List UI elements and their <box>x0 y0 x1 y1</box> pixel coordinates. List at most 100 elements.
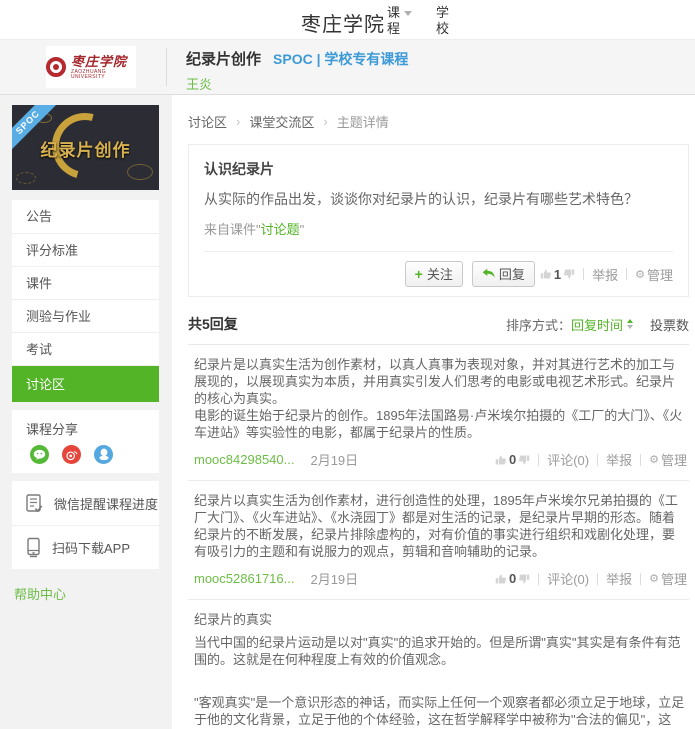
topic-source-link[interactable]: 讨论题 <box>261 222 300 237</box>
sort-by-votes[interactable]: 投票数 <box>650 315 689 334</box>
topic-source: 来自课件"讨论题" <box>204 219 673 238</box>
course-header-bar: 枣庄学院 ZAOZHUANG UNIVERSITY 纪录片创作 SPOC | 学… <box>0 40 695 95</box>
plus-icon: + <box>415 267 423 281</box>
sidebar-item-quizzes[interactable]: 测验与作业 <box>12 299 159 332</box>
top-nav: 枣庄学院 课程 学校 <box>0 0 695 40</box>
comments-link[interactable]: 评论(0) <box>547 450 589 469</box>
reply-upvote-count: 0 <box>509 452 516 467</box>
site-brand[interactable]: 枣庄学院 <box>301 8 385 37</box>
reply-date: 2月19日 <box>310 569 358 588</box>
thumb-up-icon[interactable] <box>495 573 507 585</box>
sidebar-item-exams[interactable]: 考试 <box>12 332 159 365</box>
follow-button[interactable]: + 关注 <box>405 261 463 287</box>
reply-meta: mooc52861716... 2月19日 0 评论(0) 举报 ⚙管理 <box>194 569 687 588</box>
tool-label: 扫码下载APP <box>52 538 130 557</box>
course-type-badge[interactable]: SPOC | 学校专有课程 <box>273 49 408 69</box>
divider <box>626 268 627 280</box>
report-link[interactable]: 举报 <box>606 569 632 588</box>
nav-item-courses[interactable]: 课程 <box>387 5 404 37</box>
reply-button[interactable]: 回复 <box>472 261 535 287</box>
sort-by-reply-time[interactable]: 回复时间 <box>571 315 623 334</box>
thumb-down-icon[interactable] <box>563 268 575 280</box>
reply-item: 纪录片以真实生活为创作素材，进行创造性的处理，1895年卢米埃尔兄弟拍摄的《工厂… <box>188 481 689 600</box>
sidebar: 纪录片创作 SPOC 公告 评分标准 课件 测验与作业 考试 讨论区 课程分享 <box>0 95 172 729</box>
topic-title: 认识纪录片 <box>204 159 673 179</box>
breadcrumb-separator: › <box>323 114 327 129</box>
breadcrumb-topic-detail: 主题详情 <box>337 112 389 131</box>
sidebar-item-announcements[interactable]: 公告 <box>12 200 159 233</box>
nav-item-school[interactable]: 学校 <box>436 5 453 37</box>
breadcrumb: 讨论区 › 课堂交流区 › 主题详情 <box>188 112 691 131</box>
reply-paragraph: 当代中国的纪录片运动是以对"真实"的追求开始的。但是所谓"真实"其实是有条件有范… <box>194 634 687 668</box>
comments-link[interactable]: 评论(0) <box>547 569 589 588</box>
reply-upvote-count: 0 <box>509 571 516 586</box>
topic-votes: 1 <box>540 267 575 282</box>
reply-meta: mooc84298540... 2月19日 0 评论(0) 举报 ⚙管理 <box>194 450 687 469</box>
reply-item: 纪录片是以真实生活为创作素材，以真人真事为表现对象，并对其进行艺术的加工与展现的… <box>188 345 689 481</box>
thumb-down-icon[interactable] <box>518 454 530 466</box>
qq-icon[interactable] <box>94 445 113 464</box>
manage-link[interactable]: ⚙管理 <box>649 450 687 469</box>
help-center-link[interactable]: 帮助中心 <box>14 584 172 603</box>
gear-icon: ⚙ <box>649 572 659 585</box>
reply-paragraph: 纪录片是以真实生活为创作素材，以真人真事为表现对象，并对其进行艺术的加工与展现的… <box>194 356 687 407</box>
course-info: 纪录片创作 SPOC | 学校专有课程 王炎 <box>186 48 408 93</box>
wechat-progress-reminder[interactable]: 微信提醒课程进度 <box>12 481 159 525</box>
course-share-box: 课程分享 <box>12 410 159 473</box>
sidebar-item-grading[interactable]: 评分标准 <box>12 233 159 266</box>
course-thumbnail-title: 纪录片创作 <box>12 136 159 161</box>
breadcrumb-class-area[interactable]: 课堂交流区 <box>249 112 314 131</box>
sort-label: 排序方式： <box>506 315 571 334</box>
thumb-down-icon[interactable] <box>518 573 530 585</box>
gear-icon: ⚙ <box>635 268 645 281</box>
scan-download-app[interactable]: 扫码下载APP <box>12 525 159 569</box>
reply-arrow-icon <box>482 268 495 279</box>
sidebar-item-forum[interactable]: 讨论区 <box>12 365 159 402</box>
chevron-down-icon <box>404 11 412 16</box>
thumb-up-icon[interactable] <box>540 268 552 280</box>
cloud-decoration <box>16 172 36 184</box>
replies-count: 共5回复 <box>188 314 238 334</box>
university-logo-name-en: ZAOZHUANG UNIVERSITY <box>71 70 136 80</box>
tool-label: 微信提醒课程进度 <box>54 494 158 513</box>
reply-date: 2月19日 <box>310 450 358 469</box>
manage-link[interactable]: ⚙管理 <box>635 265 673 284</box>
sidebar-item-courseware[interactable]: 课件 <box>12 266 159 299</box>
topic-actions: + 关注 回复 1 举报 ⚙管理 <box>204 251 673 287</box>
university-logo-name: 枣庄学院 <box>71 55 136 68</box>
phone-icon <box>25 537 42 558</box>
cloud-decoration <box>127 164 153 180</box>
manage-link[interactable]: ⚙管理 <box>649 569 687 588</box>
sidebar-menu: 公告 评分标准 课件 测验与作业 考试 讨论区 <box>12 200 159 402</box>
course-title: 纪录片创作 <box>186 48 261 69</box>
topic-source-suffix: " <box>300 222 305 237</box>
topic-source-prefix: 来自课件" <box>204 222 261 237</box>
header-divider <box>166 48 167 86</box>
main-content: 讨论区 › 课堂交流区 › 主题详情 认识纪录片 从实际的作品出发，谈谈你对纪录… <box>172 95 695 729</box>
breadcrumb-forum[interactable]: 讨论区 <box>188 112 227 131</box>
reply-paragraph: 纪录片以真实生活为创作素材，进行创造性的处理，1895年卢米埃尔兄弟拍摄的《工厂… <box>194 492 687 560</box>
course-teacher[interactable]: 王炎 <box>186 74 408 93</box>
reply-votes: 0 <box>495 452 530 467</box>
reply-username[interactable]: mooc52861716... <box>194 571 294 586</box>
thumb-up-icon[interactable] <box>495 454 507 466</box>
report-link[interactable]: 举报 <box>606 450 632 469</box>
reply-votes: 0 <box>495 571 530 586</box>
weibo-icon[interactable] <box>62 445 81 464</box>
reply-paragraph: "客观真实"是一个意识形态的神话，而实际上任何一个观察者都必须立足于地球，立足于… <box>194 694 687 729</box>
replies-header: 共5回复 排序方式： 回复时间 投票数 <box>188 314 689 345</box>
topic-body: 从实际的作品出发，谈谈你对纪录片的认识，纪录片有哪些艺术特色？ <box>204 189 673 209</box>
sidebar-tools: 微信提醒课程进度 扫码下载APP <box>12 481 159 569</box>
topic-card: 认识纪录片 从实际的作品出发，谈谈你对纪录片的认识，纪录片有哪些艺术特色？ 来自… <box>188 144 689 297</box>
breadcrumb-separator: › <box>236 114 240 129</box>
university-logo[interactable]: 枣庄学院 ZAOZHUANG UNIVERSITY <box>46 46 136 88</box>
gear-icon: ⚙ <box>649 453 659 466</box>
reply-username[interactable]: mooc84298540... <box>194 452 294 467</box>
topic-upvote-count: 1 <box>554 267 561 282</box>
sort-arrows-icon[interactable] <box>627 319 633 329</box>
divider <box>583 268 584 280</box>
wechat-icon[interactable] <box>30 445 49 464</box>
checklist-icon <box>25 493 44 514</box>
course-thumbnail: 纪录片创作 SPOC <box>12 105 159 190</box>
report-link[interactable]: 举报 <box>592 265 618 284</box>
